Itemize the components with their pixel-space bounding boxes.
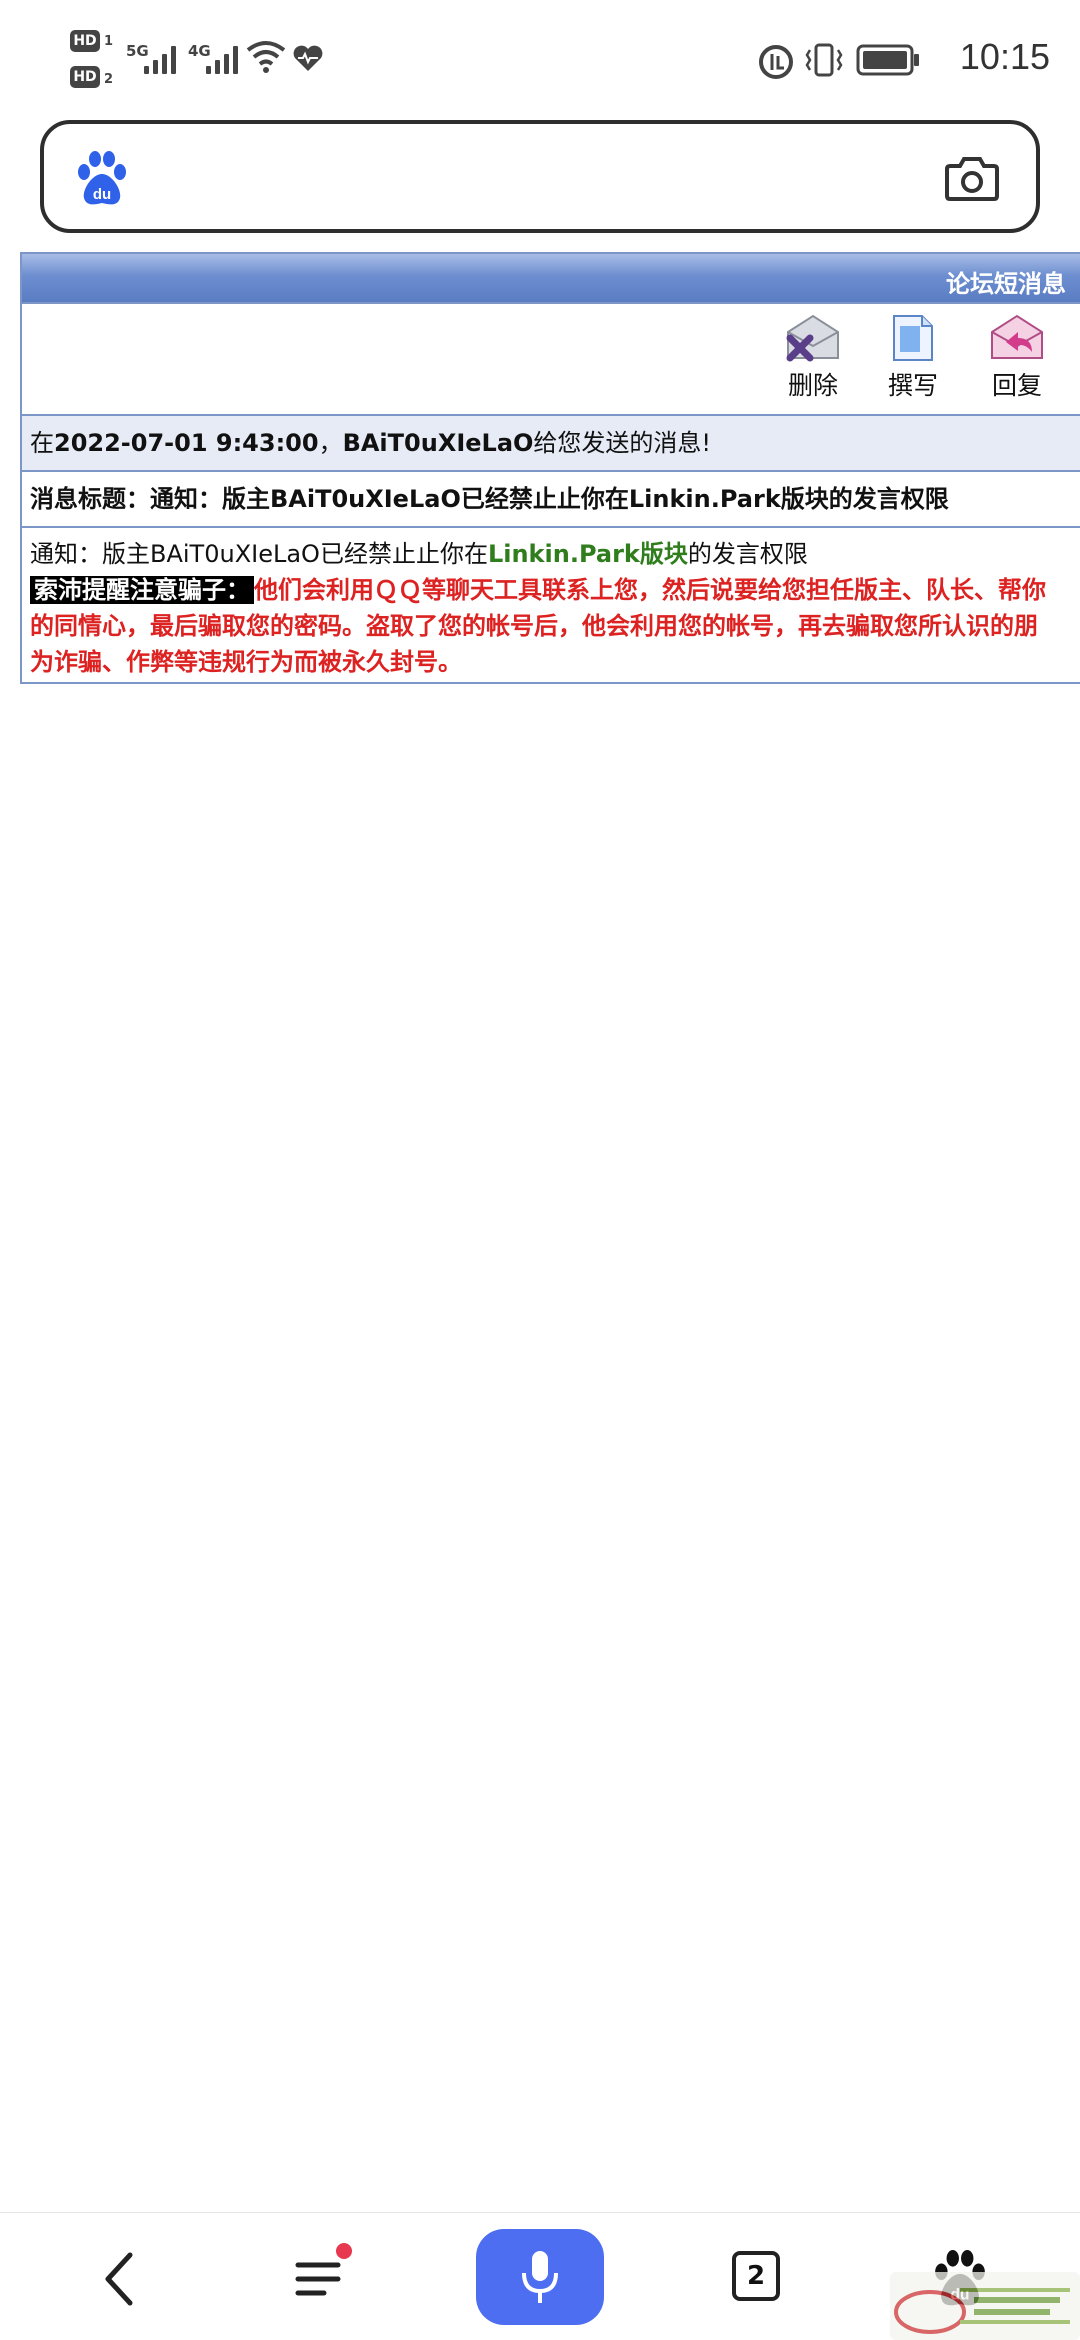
warning-line-1: 索沛提醒注意骗子： 他们会利用ＱＱ等聊天工具联系上您，然后说要给您担任版主、队长、… [30, 572, 1080, 608]
battery-icon [856, 44, 919, 76]
info-prefix: 在 [30, 429, 54, 457]
panel-title: 论坛短消息 [946, 270, 1066, 298]
body-suffix: 的发言权限 [687, 540, 808, 568]
status-bar: HD 1 HD 2 5G 4G 10:15 [0, 0, 1080, 118]
delete-label: 删除 [787, 371, 838, 400]
back-icon[interactable] [96, 2249, 144, 2309]
clock: 10:15 [959, 36, 1050, 77]
subject-text: 通知：版主BAiT0uXIeLaO已经禁止止你在Linkin.Park版块的发言… [150, 485, 949, 513]
message-sender: BAiT0uXIeLaO [342, 429, 534, 457]
message-panel: 论坛短消息 删除 撰写 回复 在2022-07-01 9:43:00，BAiT0… [20, 252, 1080, 684]
body-line: 通知：版主BAiT0uXIeLaO已经禁止止你在Linkin.Park版块的发言… [30, 536, 1080, 572]
message-toolbar: 删除 撰写 回复 [22, 306, 1080, 416]
signal-icon [206, 44, 238, 74]
message-body: 通知：版主BAiT0uXIeLaO已经禁止止你在Linkin.Park版块的发言… [30, 536, 1080, 680]
info-suffix: 给您发送的消息! [533, 429, 712, 457]
hd1-badge: HD [70, 30, 100, 52]
subject-label: 消息标题： [30, 485, 150, 513]
watermark-logo [890, 2272, 1080, 2340]
hd1-sub: 1 [104, 34, 114, 49]
info-comma: ， [318, 429, 343, 457]
notification-dot [336, 2243, 352, 2259]
warning-label: 索沛提醒注意骗子： [30, 576, 254, 604]
hd2-sub: 2 [104, 72, 114, 87]
signal-icon [144, 44, 176, 74]
compose-label: 撰写 [887, 371, 938, 400]
compose-button[interactable]: 撰写 [878, 312, 948, 402]
tabs-button[interactable]: 2 [732, 2251, 780, 2301]
camera-search-button[interactable] [944, 152, 1000, 202]
reply-icon [991, 314, 1043, 359]
delete-icon [786, 314, 839, 362]
warning-text-2: 的同情心，最后骗取您的密码。盗取了您的帐号后，他会利用您的帐号，再去骗取您所认识… [30, 612, 1038, 640]
hd-indicator: HD 1 HD 2 [70, 30, 120, 90]
forum-link[interactable]: Linkin.Park版块 [488, 540, 688, 568]
voice-search-button[interactable] [476, 2229, 604, 2325]
baidu-logo-icon: du [78, 151, 126, 205]
vibrate-icon [805, 43, 843, 77]
message-subject: 消息标题：通知：版主BAiT0uXIeLaO已经禁止止你在Linkin.Park… [22, 472, 1080, 528]
microphone-icon [522, 2251, 558, 2303]
search-input[interactable]: du [40, 120, 1040, 233]
reply-button[interactable]: 回复 [982, 312, 1052, 402]
message-datetime: 2022-07-01 9:43:00 [54, 429, 319, 457]
menu-icon[interactable] [294, 2255, 350, 2303]
compose-icon [893, 315, 933, 361]
heart-icon [293, 45, 323, 71]
message-info: 在2022-07-01 9:43:00，BAiT0uXIeLaO给您发送的消息! [22, 416, 1080, 472]
warning-text-1: 他们会利用ＱＱ等聊天工具联系上您，然后说要给您担任版主、队长、帮你 [254, 576, 1046, 604]
panel-header: 论坛短消息 [22, 254, 1080, 304]
warning-text-3: 为诈骗、作弊等违规行为而被永久封号。 [30, 648, 462, 676]
data-saver-icon [759, 45, 793, 79]
wifi-icon [246, 41, 286, 73]
hd2-badge: HD [70, 66, 100, 88]
body-prefix: 通知：版主BAiT0uXIeLaO已经禁止止你在 [30, 540, 488, 568]
reply-label: 回复 [991, 371, 1042, 400]
svg-text:du: du [93, 186, 111, 203]
delete-button[interactable]: 删除 [778, 312, 848, 402]
